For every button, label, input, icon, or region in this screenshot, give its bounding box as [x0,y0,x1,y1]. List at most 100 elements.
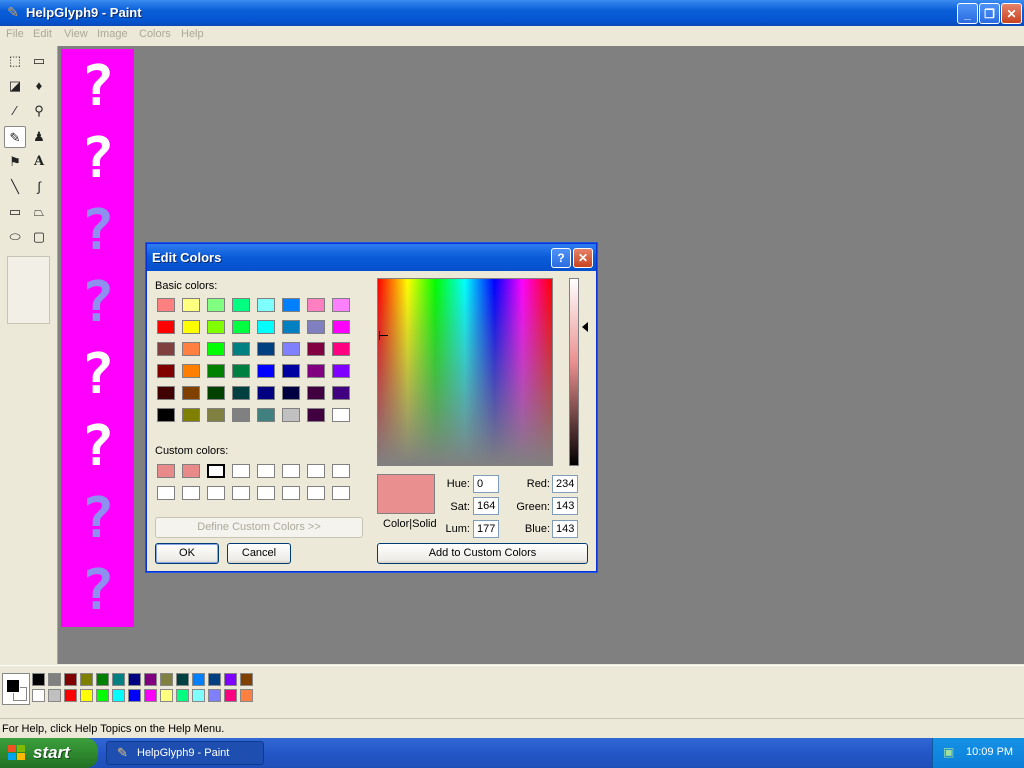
palette-swatch[interactable] [176,673,189,686]
palette-swatch[interactable] [224,689,237,702]
basic-color-swatch[interactable] [157,386,175,400]
close-button[interactable]: ✕ [1001,3,1022,24]
palette-swatch[interactable] [176,689,189,702]
add-to-custom-colors-button[interactable]: Add to Custom Colors [377,543,588,564]
menu-view[interactable]: View [64,28,88,40]
basic-color-swatch[interactable] [332,408,350,422]
basic-color-swatch[interactable] [282,342,300,356]
menu-colors[interactable]: Colors [139,28,171,40]
basic-color-swatch[interactable] [282,364,300,378]
basic-color-swatch[interactable] [157,364,175,378]
basic-color-swatch[interactable] [157,298,175,312]
cancel-button[interactable]: Cancel [227,543,291,564]
basic-color-swatch[interactable] [257,364,275,378]
palette-swatch[interactable] [80,673,93,686]
custom-color-swatch[interactable] [257,486,275,500]
ellipse-icon[interactable]: ⬭ [4,226,26,248]
basic-color-swatch[interactable] [282,408,300,422]
basic-color-swatch[interactable] [307,320,325,334]
basic-color-swatch[interactable] [232,386,250,400]
palette-swatch[interactable] [32,673,45,686]
basic-color-swatch[interactable] [182,342,200,356]
basic-color-swatch[interactable] [207,408,225,422]
custom-color-swatch[interactable] [332,464,350,478]
palette-swatch[interactable] [48,673,61,686]
basic-color-swatch[interactable] [232,364,250,378]
palette-swatch[interactable] [128,689,141,702]
palette-swatch[interactable] [224,673,237,686]
menu-help[interactable]: Help [181,28,204,40]
define-custom-colors-button[interactable]: Define Custom Colors >> [155,517,363,538]
custom-color-swatch[interactable] [182,486,200,500]
palette-swatch[interactable] [48,689,61,702]
luminance-arrow-icon[interactable] [582,322,588,332]
basic-color-swatch[interactable] [207,342,225,356]
palette-swatch[interactable] [144,689,157,702]
palette-swatch[interactable] [64,673,77,686]
sat-field[interactable]: 164 [473,497,499,515]
basic-color-swatch[interactable] [232,408,250,422]
tool-options-box[interactable] [7,256,50,324]
minimize-button[interactable]: _ [957,3,978,24]
network-icon[interactable]: ▣ [943,745,957,759]
basic-color-swatch[interactable] [307,342,325,356]
palette-swatch[interactable] [64,689,77,702]
palette-swatch[interactable] [96,673,109,686]
custom-color-swatch[interactable] [157,486,175,500]
basic-color-swatch[interactable] [332,386,350,400]
palette-swatch[interactable] [160,673,173,686]
palette-swatch[interactable] [192,689,205,702]
current-colors[interactable] [2,673,30,705]
restore-button[interactable]: ❐ [979,3,1000,24]
select-icon[interactable]: ▭ [28,50,50,72]
palette-swatch[interactable] [160,689,173,702]
custom-color-swatch[interactable] [257,464,275,478]
pencil-icon[interactable]: ✎ [4,126,26,148]
brush-icon[interactable]: ♟ [28,126,50,148]
basic-color-swatch[interactable] [282,320,300,334]
basic-color-swatch[interactable] [157,320,175,334]
basic-color-swatch[interactable] [207,364,225,378]
basic-color-swatch[interactable] [157,342,175,356]
basic-color-swatch[interactable] [182,386,200,400]
fill-with-color-icon[interactable]: ♦ [28,75,50,97]
basic-color-swatch[interactable] [207,386,225,400]
basic-color-swatch[interactable] [282,298,300,312]
basic-color-swatch[interactable] [182,364,200,378]
start-button[interactable]: start [0,738,98,768]
basic-color-swatch[interactable] [257,320,275,334]
palette-swatch[interactable] [208,673,221,686]
curve-icon[interactable]: ∫ [28,176,50,198]
hue-field[interactable]: 0 [473,475,499,493]
basic-color-swatch[interactable] [257,342,275,356]
custom-color-swatch[interactable] [207,486,225,500]
custom-color-swatch[interactable] [182,464,200,478]
custom-color-swatch[interactable] [332,486,350,500]
palette-swatch[interactable] [144,673,157,686]
drawing-canvas[interactable]: ? ? ? ? ? ? ? ? [61,49,134,627]
basic-color-swatch[interactable] [332,342,350,356]
custom-color-swatch[interactable] [307,486,325,500]
basic-color-swatch[interactable] [207,320,225,334]
palette-swatch[interactable] [240,673,253,686]
basic-color-swatch[interactable] [332,364,350,378]
custom-color-swatch[interactable] [232,464,250,478]
basic-color-swatch[interactable] [307,298,325,312]
custom-color-swatch[interactable] [307,464,325,478]
dialog-close-button[interactable]: ✕ [573,248,593,268]
paint-app-icon[interactable]: ✎ [5,4,21,21]
magnifier-icon[interactable]: ⚲ [28,100,50,122]
custom-color-swatch[interactable] [282,464,300,478]
palette-swatch[interactable] [96,689,109,702]
custom-color-swatch[interactable] [232,486,250,500]
custom-color-swatch[interactable] [207,464,225,478]
palette-swatch[interactable] [192,673,205,686]
basic-color-swatch[interactable] [257,298,275,312]
basic-color-swatch[interactable] [307,408,325,422]
polygon-icon[interactable]: ⏢ [28,201,50,223]
basic-color-swatch[interactable] [157,408,175,422]
basic-color-swatch[interactable] [332,320,350,334]
basic-color-swatch[interactable] [182,320,200,334]
ok-button[interactable]: OK [155,543,219,564]
text-icon[interactable]: A [28,151,50,173]
